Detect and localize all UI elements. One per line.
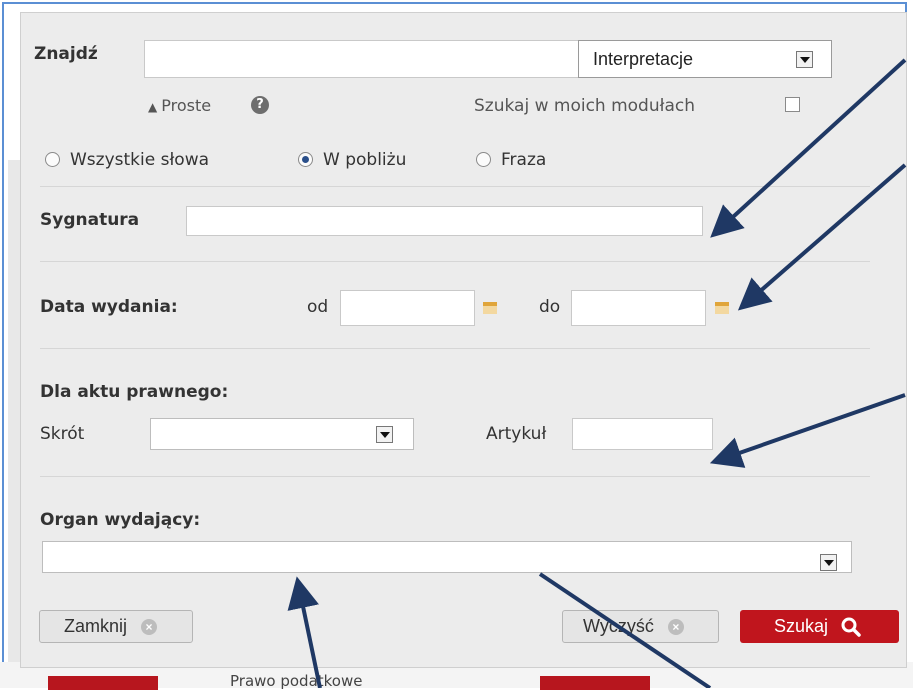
arrow-to-signature [710, 58, 907, 238]
arrow-to-date [737, 163, 907, 311]
arrow-line-bottom [538, 572, 712, 688]
annotation-arrows [287, 58, 907, 688]
arrow-to-issuer-select [287, 576, 322, 688]
arrow-to-article [709, 393, 906, 468]
